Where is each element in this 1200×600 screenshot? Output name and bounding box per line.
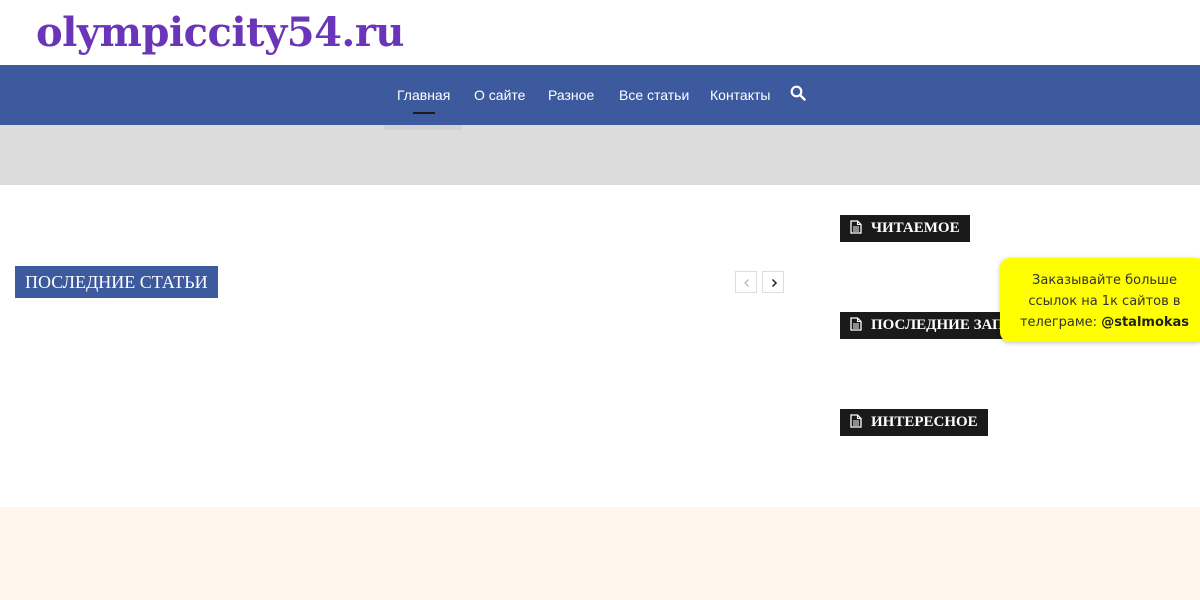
slider-prev-button[interactable] <box>735 271 757 293</box>
document-icon <box>850 317 862 331</box>
widget-title-latest-posts: ПОСЛЕДНИЕ ЗАПИСИ <box>840 312 1015 339</box>
site-logo[interactable]: olympiccity54.ru <box>36 8 404 58</box>
nav-item-home[interactable]: Главная <box>397 65 450 125</box>
document-icon <box>850 220 862 234</box>
ad-banner-area <box>0 125 1200 185</box>
slider-next-button[interactable] <box>762 271 784 293</box>
widget-title-label: ПОСЛЕДНИЕ ЗАПИСИ <box>871 317 1015 333</box>
widget-title-label: ЧИТАЕМОЕ <box>871 220 960 236</box>
nav-item-about[interactable]: О сайте <box>474 65 525 125</box>
promo-telegram-handle[interactable]: @stalmokas <box>1101 315 1189 330</box>
widget-title-label: ИНТЕРЕСНОЕ <box>871 414 978 430</box>
search-icon[interactable] <box>790 85 810 105</box>
nav-item-all-articles[interactable]: Все статьи <box>619 65 689 125</box>
nav-item-contacts[interactable]: Контакты <box>710 65 770 125</box>
main-navigation: Главная О сайте Разное Все статьи Контак… <box>0 65 1200 125</box>
chevron-left-icon <box>744 279 749 287</box>
widget-title-most-read: ЧИТАЕМОЕ <box>840 215 970 242</box>
site-header: olympiccity54.ru <box>0 0 1200 65</box>
document-icon <box>850 414 862 428</box>
promo-popup[interactable]: Заказывайте больше ссылок на 1к сайтов в… <box>1000 258 1200 342</box>
active-tab-shadow <box>384 125 462 130</box>
section-title-latest-articles: ПОСЛЕДНИЕ СТАТЬИ <box>15 266 218 298</box>
footer-area <box>0 507 1200 600</box>
chevron-right-icon <box>771 278 778 288</box>
widget-title-interesting: ИНТЕРЕСНОЕ <box>840 409 988 436</box>
nav-item-misc[interactable]: Разное <box>548 65 594 125</box>
